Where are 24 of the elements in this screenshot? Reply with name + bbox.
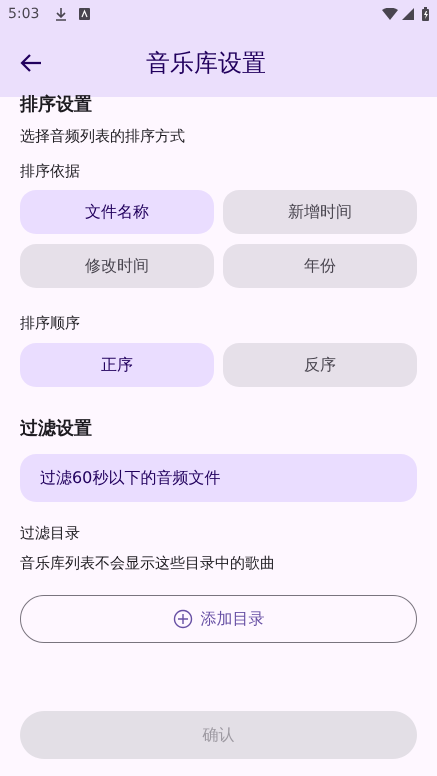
add-icon bbox=[172, 608, 192, 628]
battery-icon bbox=[422, 7, 429, 21]
wifi-icon bbox=[382, 8, 398, 20]
section-title: 过滤设置 bbox=[20, 416, 93, 440]
option-button[interactable]: 正序 bbox=[20, 342, 214, 386]
option-button[interactable]: 修改时间 bbox=[20, 244, 214, 288]
field-label: 排序依据 bbox=[20, 160, 81, 182]
download-icon bbox=[55, 7, 68, 21]
add-directory-button[interactable]: 添加目录 bbox=[20, 594, 417, 642]
field-label: 过滤目录 bbox=[20, 522, 81, 544]
status-time: 5:03 bbox=[8, 4, 40, 24]
option-button[interactable]: 文件名称 bbox=[20, 190, 214, 234]
option-button[interactable]: 新增时间 bbox=[223, 190, 417, 234]
keyboard-icon bbox=[79, 8, 90, 20]
filter-toggle[interactable]: 过滤60秒以下的音频文件 bbox=[20, 454, 417, 502]
section-title: 排序设置 bbox=[20, 93, 93, 117]
back-arrow-icon bbox=[20, 54, 42, 72]
field-label: 排序顺序 bbox=[20, 313, 81, 334]
option-button[interactable]: 年份 bbox=[223, 244, 417, 288]
field-description: 音乐库列表不会显示这些目录中的歌曲 bbox=[20, 553, 276, 574]
option-button[interactable]: 反序 bbox=[223, 342, 417, 386]
page-title: 音乐库设置 bbox=[146, 48, 266, 78]
section-subtitle: 选择音频列表的排序方式 bbox=[20, 126, 186, 147]
signal-icon bbox=[402, 8, 414, 20]
